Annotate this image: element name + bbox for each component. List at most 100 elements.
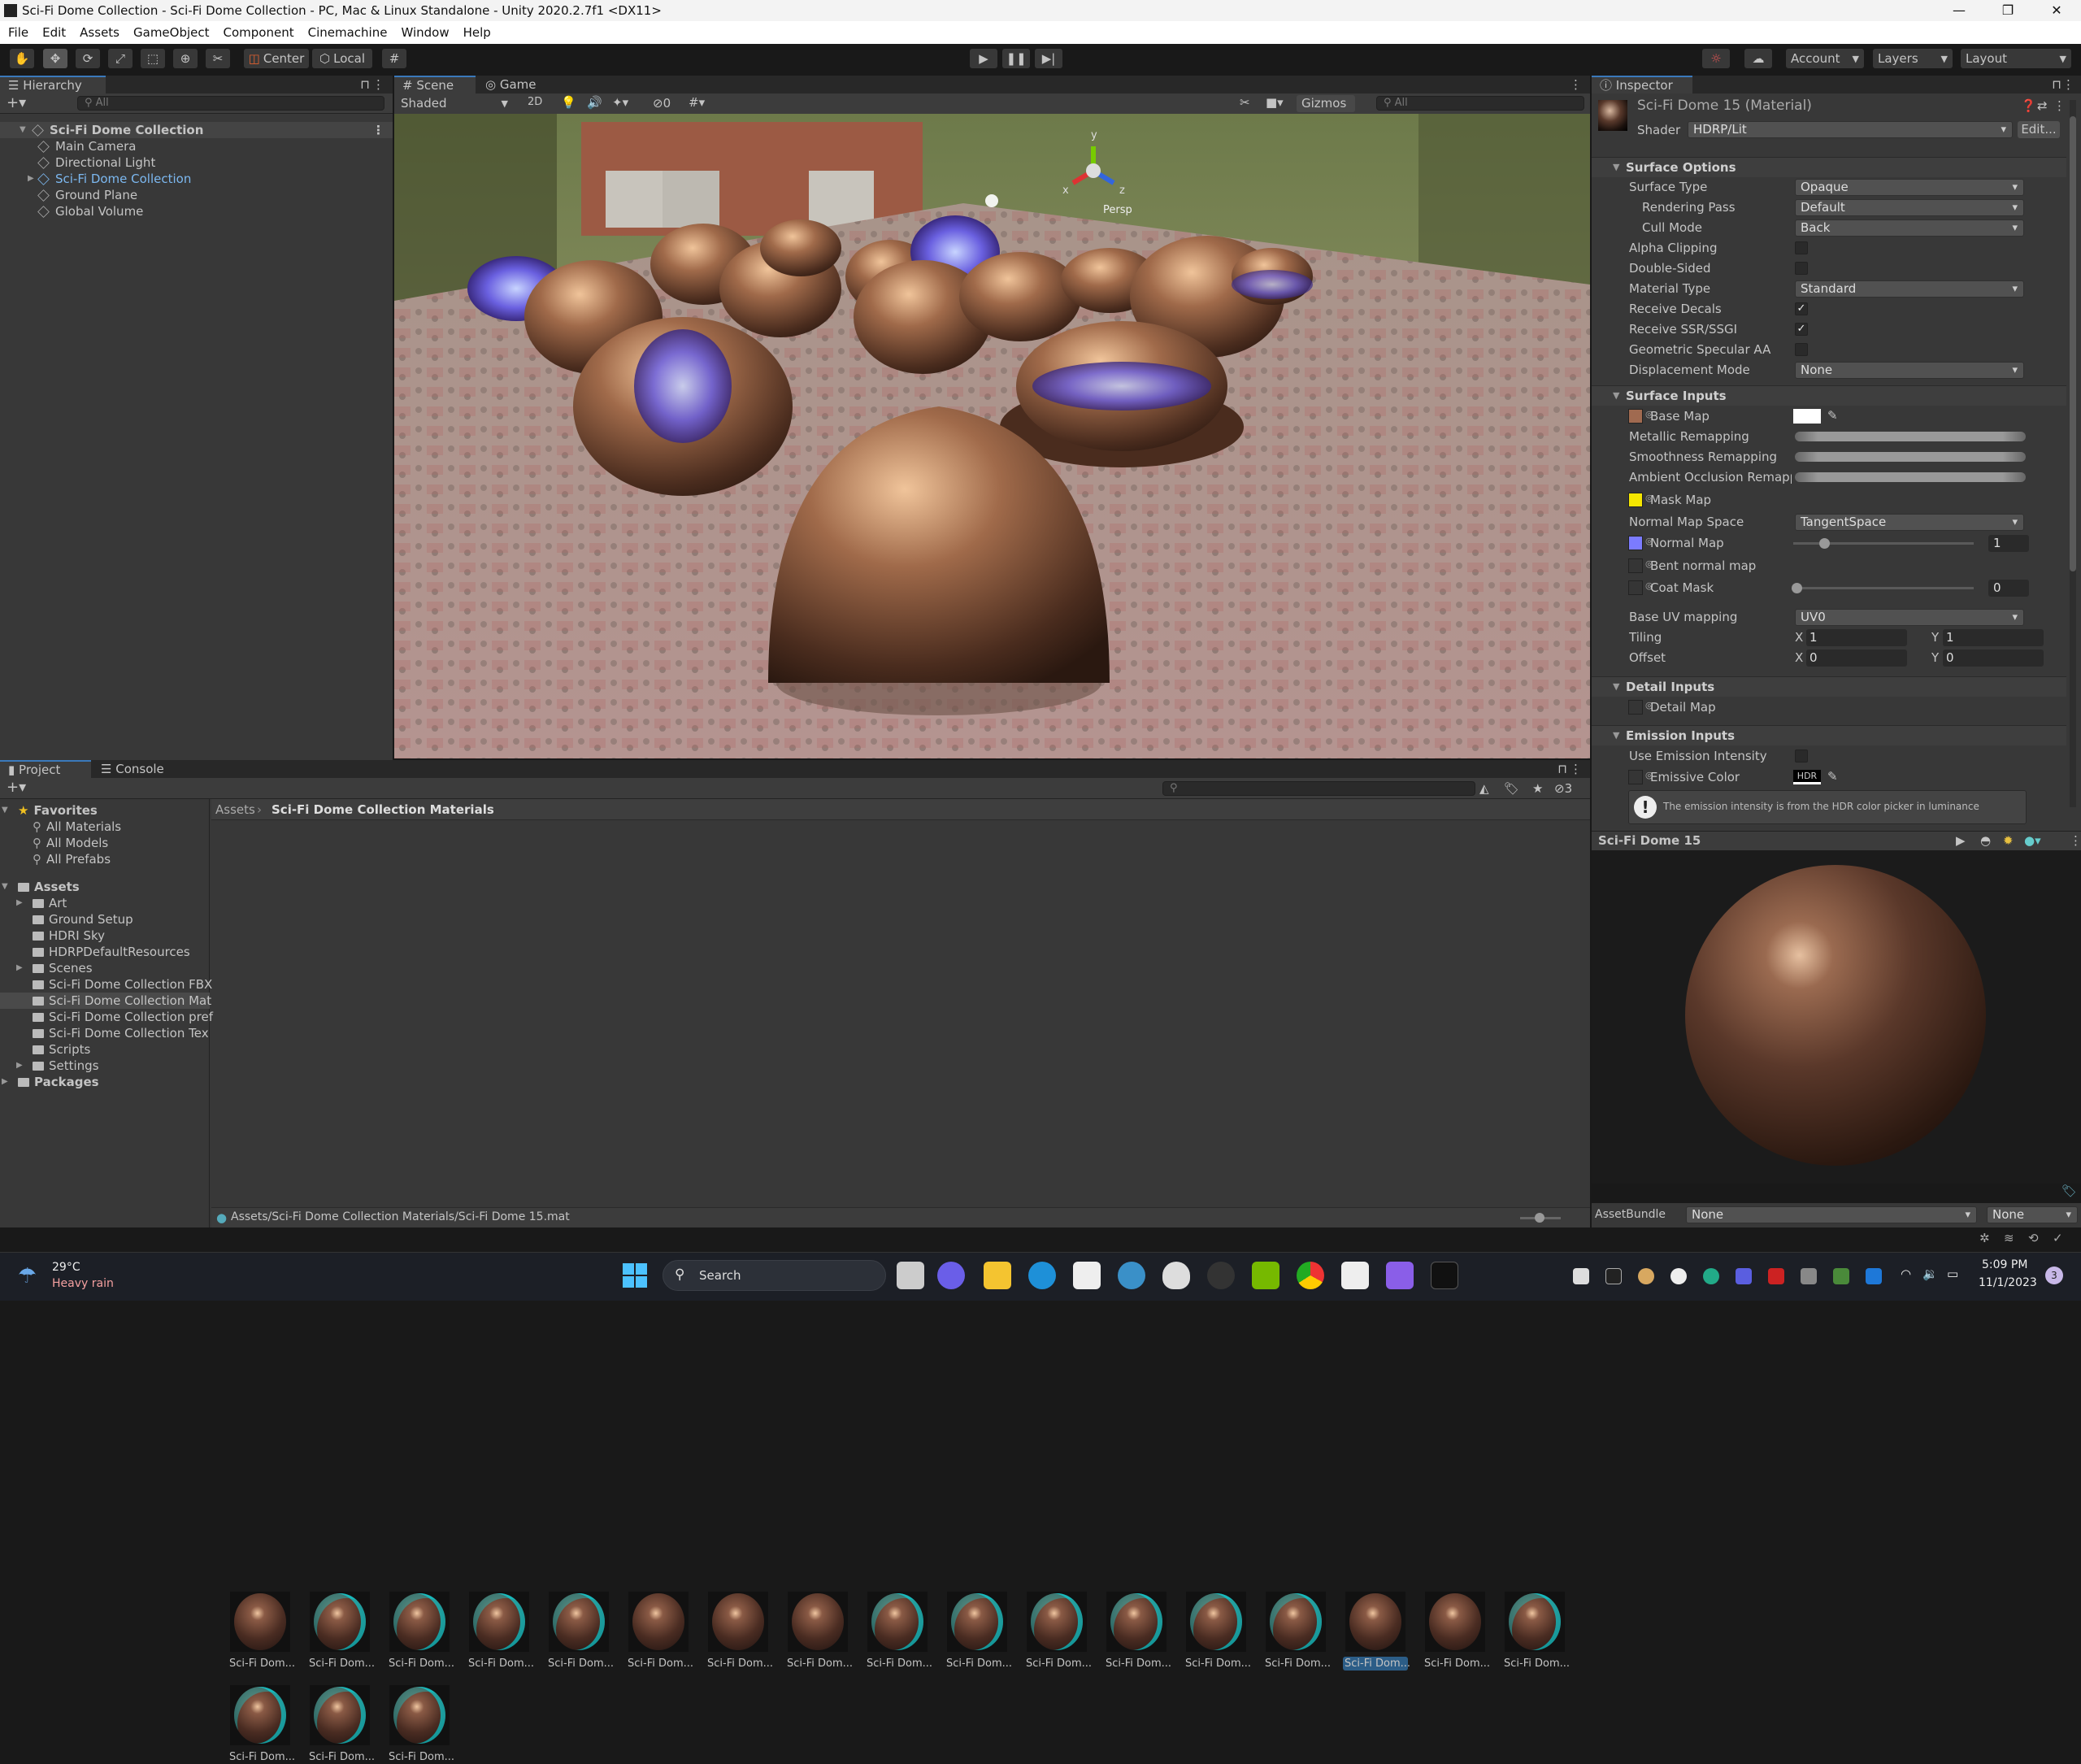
menu-file[interactable]: File xyxy=(8,25,28,40)
menu-edit[interactable]: Edit xyxy=(42,25,66,40)
asset-thumbnail[interactable]: Sci-Fi Dom... xyxy=(307,1685,375,1764)
grid-toggle-icon[interactable]: #▾ xyxy=(689,95,705,110)
teams-icon[interactable] xyxy=(1736,1268,1752,1284)
tab-hierarchy[interactable]: ☰ Hierarchy xyxy=(0,76,106,93)
shader-dropdown[interactable]: HDRP/Lit xyxy=(1688,121,2013,138)
fold-closed-icon[interactable]: ▶ xyxy=(16,895,23,911)
tree-assets[interactable]: ▼ Assets xyxy=(2,879,80,895)
hierarchy-item[interactable]: Directional Light xyxy=(0,154,393,171)
paint-icon[interactable] xyxy=(1118,1262,1145,1289)
pause-button[interactable]: ❚❚ xyxy=(1002,49,1030,68)
property-dropdown[interactable]: TangentSpace xyxy=(1795,514,2024,531)
tree-favorites[interactable]: ▼ ★ Favorites xyxy=(2,802,98,819)
property-dropdown[interactable]: Standard xyxy=(1795,280,2024,298)
weather-rain-icon[interactable]: ☂ xyxy=(18,1264,37,1288)
tab-game[interactable]: ◎ Game xyxy=(477,76,555,93)
close-button[interactable]: ✕ xyxy=(2032,0,2081,21)
tree-favorite-item[interactable]: ⚲ All Materials xyxy=(33,819,121,835)
preview-light-icon[interactable]: ✹ xyxy=(2003,833,2014,848)
tree-favorite-item[interactable]: ⚲ All Models xyxy=(33,835,108,851)
assetbundle-dropdown[interactable]: None xyxy=(1686,1206,1977,1223)
camera-icon[interactable]: ■▾ xyxy=(1266,95,1284,110)
hand-tool-icon[interactable]: ✋ xyxy=(10,49,34,68)
weather-temp[interactable]: 29°C xyxy=(52,1261,80,1274)
clock-time[interactable]: 5:09 PM xyxy=(1982,1258,2027,1271)
alien-dark-icon[interactable] xyxy=(1207,1262,1235,1289)
lighting-icon[interactable]: 💡 xyxy=(561,95,576,110)
presets-icon[interactable]: ⇄ xyxy=(2037,98,2048,113)
fold-open-icon[interactable]: ▼ xyxy=(2,802,8,819)
scene-viewport[interactable]: y x z Persp xyxy=(394,114,1590,758)
nvidia-icon[interactable] xyxy=(1252,1262,1279,1289)
tree-folder[interactable]: Sci-Fi Dome Collection pref xyxy=(33,1009,213,1025)
alienware-icon[interactable] xyxy=(1162,1262,1190,1289)
tray-app-icon[interactable] xyxy=(1638,1268,1654,1284)
rotate-tool-icon[interactable]: ⟳ xyxy=(76,49,100,68)
volume-icon[interactable]: 🔉 xyxy=(1922,1267,1938,1281)
2d-toggle[interactable]: 2D xyxy=(528,96,542,108)
more-icon[interactable]: ⋮ xyxy=(2070,833,2081,848)
play-preview-icon[interactable]: ▶ xyxy=(1956,833,1966,848)
normal-map-slot[interactable] xyxy=(1628,536,1643,550)
property-checkbox[interactable]: ✓ xyxy=(1795,302,1808,315)
fold-closed-icon[interactable]: ▶ xyxy=(2,1074,8,1090)
menu-component[interactable]: Component xyxy=(224,25,294,40)
file-explorer-icon[interactable] xyxy=(984,1262,1011,1289)
play-button[interactable]: ▶ xyxy=(970,49,997,68)
tree-folder[interactable]: ▶ Scenes xyxy=(16,960,93,976)
base-map-slot[interactable] xyxy=(1628,409,1643,424)
tree-folder[interactable]: Sci-Fi Dome Collection Mat xyxy=(0,993,211,1009)
asset-thumbnail[interactable]: Sci-Fi Dom... xyxy=(228,1592,295,1671)
property-checkbox[interactable] xyxy=(1795,343,1808,356)
cache-icon[interactable]: ≋ xyxy=(2004,1231,2014,1245)
tree-folder[interactable]: Ground Setup xyxy=(33,911,133,928)
offset-y-field[interactable]: 0 xyxy=(1943,650,2044,667)
rect-tool-icon[interactable]: ⬚ xyxy=(141,49,165,68)
section-surface-inputs[interactable]: Surface Inputs xyxy=(1592,385,2066,406)
asset-thumbnail[interactable]: Sci-Fi Dom... xyxy=(785,1592,853,1671)
xbox-icon[interactable] xyxy=(1670,1268,1687,1284)
tray-app-icon[interactable] xyxy=(1833,1268,1849,1284)
detail-map-slot[interactable] xyxy=(1628,700,1643,715)
tree-folder[interactable]: ▶ Art xyxy=(16,895,67,911)
shading-mode-dropdown[interactable]: Shaded ▼ xyxy=(398,95,511,112)
step-button[interactable]: ▶| xyxy=(1035,49,1062,68)
asset-thumbnail[interactable]: Sci-Fi Dom... xyxy=(1423,1592,1490,1671)
search-by-type-icon[interactable]: ◭ xyxy=(1479,781,1489,796)
tab-inspector[interactable]: ⓘ Inspector xyxy=(1592,76,1692,93)
windows-start-icon[interactable] xyxy=(623,1263,647,1288)
lock-icon[interactable]: ⊓ xyxy=(2052,77,2061,92)
fold-arrow-icon[interactable]: ▼ xyxy=(20,122,26,138)
property-checkbox[interactable] xyxy=(1795,262,1808,275)
bent-normal-slot[interactable] xyxy=(1628,558,1643,573)
taskbar-search[interactable]: ⚲ Search xyxy=(663,1260,886,1291)
fold-open-icon[interactable]: ▼ xyxy=(2,879,8,895)
slider-knob[interactable] xyxy=(1792,583,1802,593)
asset-thumbnail[interactable]: Sci-Fi Dom... xyxy=(1343,1592,1410,1671)
battery-icon[interactable]: ▭ xyxy=(1947,1267,1958,1281)
wifi-icon[interactable]: ◠ xyxy=(1901,1267,1911,1281)
layout-dropdown[interactable]: Layout ▼ xyxy=(1961,49,2071,68)
property-dropdown[interactable]: Back xyxy=(1795,219,2024,237)
weather-condition[interactable]: Heavy rain xyxy=(52,1277,114,1290)
tree-folder[interactable]: Scripts xyxy=(33,1041,90,1058)
asset-thumbnail[interactable]: Sci-Fi Dom... xyxy=(467,1592,534,1671)
asset-thumbnail[interactable]: Sci-Fi Dom... xyxy=(945,1592,1012,1671)
property-checkbox[interactable] xyxy=(1795,241,1808,254)
projection-label[interactable]: Persp xyxy=(1103,204,1132,216)
tab-project[interactable]: ▮ Project xyxy=(0,760,91,778)
move-tool-icon[interactable]: ✥ xyxy=(43,49,67,68)
pivot-center-button[interactable]: ◫ Center xyxy=(244,49,309,68)
property-dropdown[interactable]: Default xyxy=(1795,199,2024,216)
tree-folder[interactable]: Sci-Fi Dome Collection Tex xyxy=(33,1025,209,1041)
tree-folder[interactable]: Sci-Fi Dome Collection FBX xyxy=(33,976,212,993)
minimize-button[interactable]: — xyxy=(1935,0,1983,21)
more-icon[interactable]: ⋮ xyxy=(372,122,384,138)
scale-tool-icon[interactable]: ⤢ xyxy=(108,49,133,68)
coat-mask-field[interactable]: 0 xyxy=(1988,580,2029,597)
asset-thumbnail[interactable]: Sci-Fi Dom... xyxy=(228,1685,295,1764)
base-color-swatch[interactable] xyxy=(1793,409,1821,424)
property-checkbox[interactable]: ✓ xyxy=(1795,323,1808,336)
cloud-icon[interactable]: ☁ xyxy=(1744,49,1772,68)
asset-thumbnail[interactable]: Sci-Fi Dom... xyxy=(387,1592,454,1671)
